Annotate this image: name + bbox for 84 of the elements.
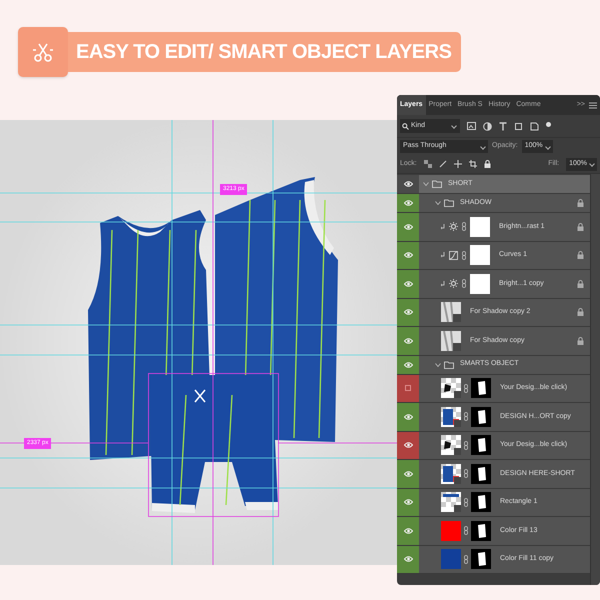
banner-title: EASY TO EDIT/ SMART OBJECT LAYERS bbox=[68, 32, 462, 72]
visibility-toggle[interactable] bbox=[397, 175, 419, 193]
adjustment-mask-thumbnail bbox=[470, 274, 490, 294]
empty-square-icon bbox=[405, 385, 411, 392]
eye-icon bbox=[404, 499, 412, 506]
eye-icon bbox=[404, 362, 412, 368]
lock-all-icon[interactable] bbox=[484, 160, 491, 168]
menu-icon[interactable] bbox=[589, 102, 597, 108]
brush-lock-icon[interactable] bbox=[438, 160, 447, 168]
eye-icon bbox=[404, 470, 412, 477]
texture-thumbnail bbox=[441, 330, 461, 351]
chain-link-icon bbox=[464, 526, 468, 536]
mask-thumbnail bbox=[471, 492, 491, 512]
image-filter-icon[interactable] bbox=[467, 122, 476, 130]
visibility-toggle[interactable] bbox=[397, 488, 419, 516]
chain-link-icon bbox=[464, 412, 468, 422]
chain-link-icon bbox=[462, 250, 466, 260]
adjustment-filter-icon[interactable] bbox=[483, 122, 492, 130]
visibility-toggle[interactable] bbox=[397, 194, 419, 212]
visibility-toggle[interactable] bbox=[397, 432, 419, 459]
visibility-toggle[interactable] bbox=[397, 403, 419, 430]
visibility-toggle[interactable] bbox=[397, 270, 419, 298]
eye-icon bbox=[404, 181, 412, 187]
adjustment-mask-thumbnail bbox=[470, 216, 490, 237]
visibility-toggle[interactable] bbox=[397, 298, 419, 326]
layer-thumbnail bbox=[441, 492, 461, 512]
chain-link-icon bbox=[462, 222, 466, 232]
folder-icon bbox=[444, 199, 454, 207]
chain-link-icon bbox=[464, 498, 468, 507]
chain-link-icon bbox=[464, 440, 468, 450]
chain-link-icon bbox=[464, 384, 468, 393]
eye-icon bbox=[404, 528, 412, 534]
mask-thumbnail bbox=[471, 406, 491, 427]
visibility-toggle[interactable] bbox=[397, 546, 419, 573]
eye-icon bbox=[404, 252, 412, 258]
eye-icon bbox=[404, 280, 412, 287]
scissors-icon bbox=[31, 41, 55, 63]
clip-arrow-icon bbox=[441, 252, 445, 258]
mask-thumbnail bbox=[471, 549, 491, 570]
layer-thumbnail bbox=[441, 378, 461, 398]
eye-icon bbox=[404, 224, 412, 230]
visibility-toggle[interactable] bbox=[397, 356, 419, 374]
adjustment-mask-thumbnail bbox=[470, 245, 490, 266]
mask-thumbnail bbox=[471, 435, 491, 456]
eye-icon bbox=[404, 309, 412, 316]
layer-thumbnail bbox=[441, 406, 461, 427]
chain-link-icon bbox=[464, 554, 468, 564]
caret-icon bbox=[451, 123, 457, 129]
move-lock-icon[interactable] bbox=[454, 160, 462, 168]
filter-toggle[interactable] bbox=[546, 122, 551, 126]
visibility-toggle[interactable] bbox=[397, 327, 419, 354]
search-icon bbox=[402, 122, 409, 130]
sun-icon bbox=[449, 279, 458, 288]
chain-link-icon bbox=[464, 469, 468, 478]
clip-arrow-icon bbox=[441, 224, 445, 230]
sun-icon bbox=[449, 222, 458, 232]
eye-icon bbox=[404, 442, 412, 448]
curves-icon bbox=[449, 250, 458, 260]
eye-icon bbox=[404, 414, 412, 420]
mask-thumbnail bbox=[471, 520, 491, 541]
visibility-toggle[interactable] bbox=[397, 517, 419, 544]
layer-thumbnail bbox=[441, 464, 461, 484]
folder-icon bbox=[432, 180, 442, 188]
shape-filter-icon[interactable] bbox=[514, 122, 523, 130]
visibility-toggle[interactable] bbox=[397, 460, 419, 488]
eye-icon bbox=[404, 556, 412, 562]
clip-arrow-icon bbox=[441, 280, 445, 287]
layer-thumbnail bbox=[441, 435, 461, 456]
checker-lock-icon[interactable] bbox=[424, 160, 432, 168]
smart-object-filter-icon[interactable] bbox=[530, 122, 539, 130]
folder-icon bbox=[444, 360, 454, 368]
mask-thumbnail bbox=[471, 378, 491, 398]
scrollbar[interactable] bbox=[590, 174, 600, 585]
eye-icon bbox=[404, 338, 412, 344]
texture-thumbnail bbox=[441, 302, 461, 322]
crop-lock-icon[interactable] bbox=[468, 160, 477, 168]
mask-thumbnail bbox=[471, 464, 491, 484]
visibility-toggle[interactable] bbox=[397, 374, 419, 402]
visibility-toggle[interactable] bbox=[397, 213, 419, 240]
eye-icon bbox=[404, 200, 412, 206]
type-filter-icon[interactable] bbox=[499, 122, 507, 130]
caret-icon bbox=[589, 161, 595, 167]
visibility-toggle[interactable] bbox=[397, 242, 419, 269]
chain-link-icon bbox=[462, 279, 466, 288]
